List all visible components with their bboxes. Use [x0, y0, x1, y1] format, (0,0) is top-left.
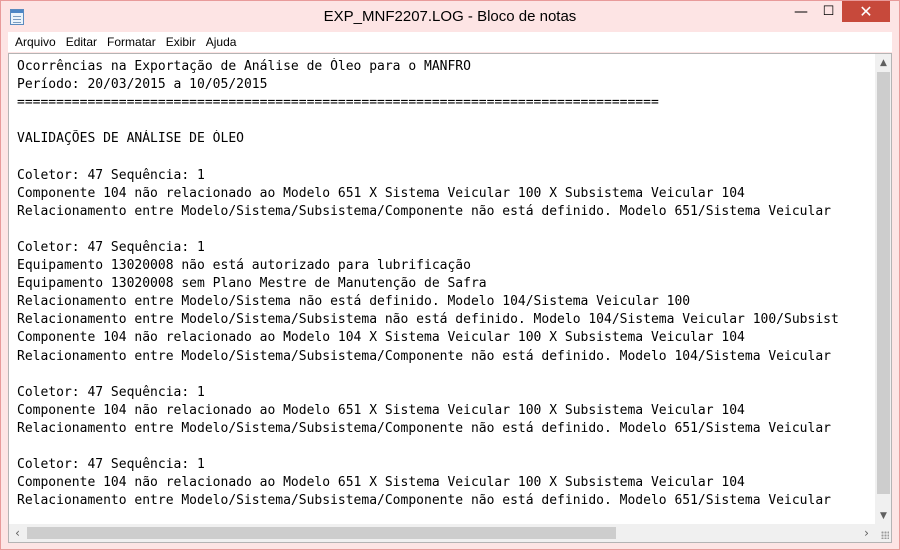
menu-bar: Arquivo Editar Formatar Exibir Ajuda [8, 32, 892, 52]
text-line[interactable]: Equipamento 13020008 sem Plano Mestre de… [17, 275, 875, 293]
text-line[interactable]: Coletor: 47 Sequência: 1 [17, 167, 875, 185]
menu-exibir[interactable]: Exibir [161, 32, 201, 52]
text-line[interactable]: Componente 104 não relacionado ao Modelo… [17, 185, 875, 203]
text-editor[interactable]: Ocorrências na Exportação de Análise de … [8, 53, 892, 543]
up-arrow-icon[interactable]: ▲ [875, 54, 891, 71]
text-line[interactable]: Relacionamento entre Modelo/Sistema/Subs… [17, 311, 875, 329]
text-line[interactable]: Relacionamento entre Modelo/Sistema/Subs… [17, 203, 875, 221]
text-line[interactable]: Coletor: 47 Sequência: 1 [17, 456, 875, 474]
text-line[interactable]: Coletor: 47 Sequência: 1 [17, 384, 875, 402]
vertical-scroll-thumb[interactable] [877, 72, 890, 494]
text-line[interactable] [17, 221, 875, 239]
text-line[interactable] [17, 438, 875, 456]
text-line[interactable]: Relacionamento entre Modelo/Sistema não … [17, 293, 875, 311]
resize-grip-icon[interactable] [875, 524, 891, 542]
menu-arquivo[interactable]: Arquivo [10, 32, 61, 52]
text-line[interactable]: Componente 104 não relacionado ao Modelo… [17, 329, 875, 347]
text-line[interactable]: Equipamento 13020008 não está autorizado… [17, 257, 875, 275]
horizontal-scroll-thumb[interactable] [27, 527, 616, 539]
notepad-window: EXP_MNF2207.LOG - Bloco de notas — ☐ ✕ A… [0, 0, 900, 550]
text-line[interactable]: Relacionamento entre Modelo/Sistema/Subs… [17, 492, 875, 510]
title-bar[interactable]: EXP_MNF2207.LOG - Bloco de notas — ☐ ✕ [1, 1, 899, 32]
text-line[interactable]: VALIDAÇÕES DE ANÁLISE DE ÓLEO [17, 130, 875, 148]
right-arrow-icon[interactable]: › [858, 524, 875, 542]
text-line[interactable]: ========================================… [17, 94, 875, 112]
text-line[interactable]: Ocorrências na Exportação de Análise de … [17, 58, 875, 76]
text-line[interactable] [17, 148, 875, 166]
maximize-button[interactable]: ☐ [815, 1, 842, 22]
text-line[interactable]: Relacionamento entre Modelo/Sistema/Subs… [17, 420, 875, 438]
left-arrow-icon[interactable]: ‹ [9, 524, 26, 542]
menu-ajuda[interactable]: Ajuda [201, 32, 242, 52]
text-line[interactable]: Relacionamento entre Modelo/Sistema/Subs… [17, 348, 875, 366]
document-text[interactable]: Ocorrências na Exportação de Análise de … [17, 58, 875, 523]
vertical-scrollbar[interactable]: ▲ ▼ [875, 54, 891, 524]
close-button[interactable]: ✕ [842, 1, 890, 22]
text-line[interactable]: Coletor: 47 Sequência: 1 [17, 239, 875, 257]
text-line[interactable] [17, 112, 875, 130]
text-line[interactable]: Componente 104 não relacionado ao Modelo… [17, 474, 875, 492]
window-title: EXP_MNF2207.LOG - Bloco de notas [323, 8, 577, 25]
horizontal-scrollbar[interactable]: ‹ › [9, 524, 875, 542]
text-line[interactable] [17, 366, 875, 384]
menu-formatar[interactable]: Formatar [102, 32, 161, 52]
menu-editar[interactable]: Editar [61, 32, 102, 52]
minimize-button[interactable]: — [787, 1, 815, 22]
text-line[interactable]: Período: 20/03/2015 a 10/05/2015 [17, 76, 875, 94]
down-arrow-icon[interactable]: ▼ [875, 507, 891, 524]
text-line[interactable]: Componente 104 não relacionado ao Modelo… [17, 402, 875, 420]
